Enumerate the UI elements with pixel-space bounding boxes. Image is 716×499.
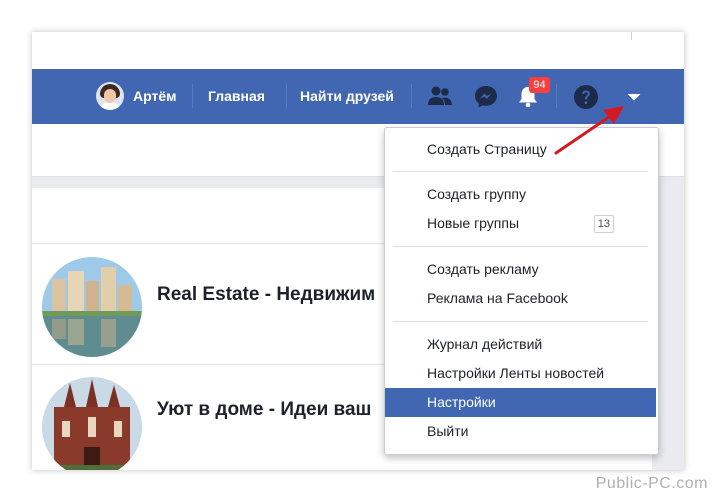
annotation-arrow-icon xyxy=(554,106,624,155)
watermark: Public-PC.com xyxy=(595,475,708,492)
